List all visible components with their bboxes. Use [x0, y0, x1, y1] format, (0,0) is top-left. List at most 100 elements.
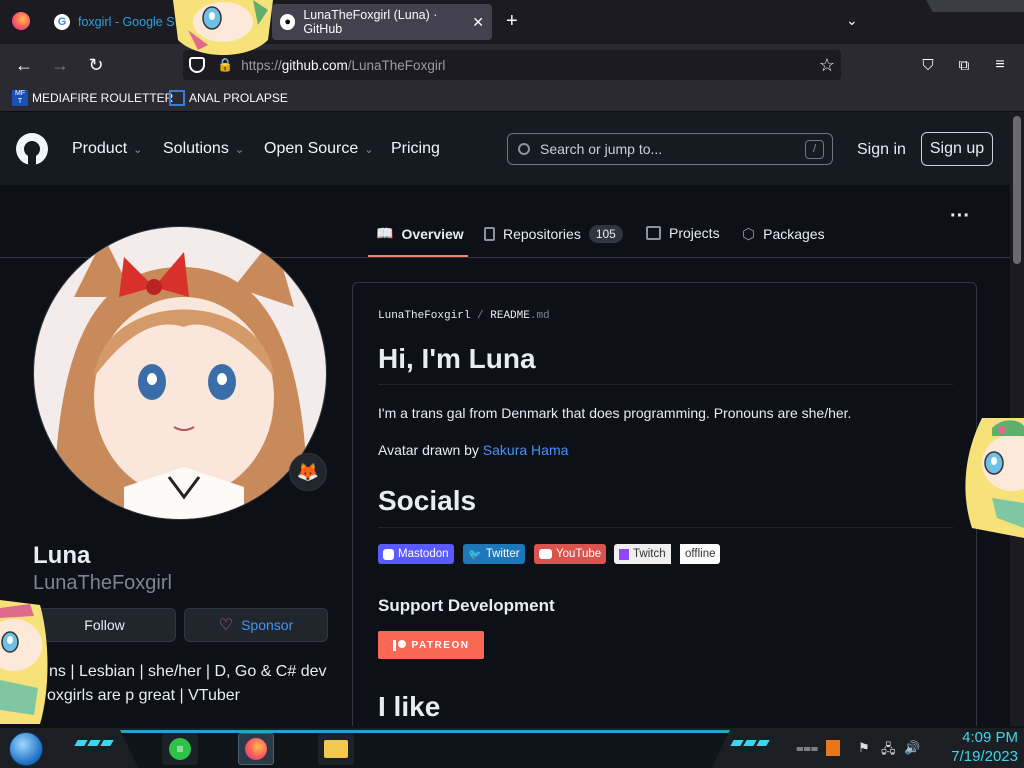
url-text: https://github.com/LunaTheFoxgirl	[241, 58, 445, 73]
bio-line: oxgirls are p great | VTuber	[47, 687, 240, 704]
tracking-protection-icon[interactable]	[189, 57, 205, 73]
reload-button[interactable]: ↻	[83, 52, 109, 78]
list-all-tabs-icon[interactable]: ⌄	[846, 12, 858, 29]
bookmark-icon	[169, 90, 185, 106]
repo-icon	[484, 227, 495, 241]
divider	[378, 527, 953, 528]
tab-repositories[interactable]: Repositories 105	[484, 225, 623, 243]
badge-label: YouTube	[556, 548, 602, 560]
profile-bio: ns | Lesbian | she/her | D, Go & C# dev …	[33, 660, 333, 708]
bio-line: ns | Lesbian | she/her | D, Go & C# dev	[49, 663, 327, 680]
bookmark-label: MEDIAFIRE ROULETTER	[32, 91, 174, 105]
chevron-down-icon: ⌄	[364, 143, 374, 156]
support-heading: Support Development	[378, 596, 555, 615]
profile-login: LunaTheFoxgirl	[33, 572, 172, 594]
nav-label: Pricing	[391, 140, 440, 157]
sign-up-button[interactable]: Sign up	[921, 132, 993, 166]
avatar[interactable]	[33, 226, 327, 520]
readme-owner-link[interactable]: LunaTheFoxgirl	[378, 310, 470, 322]
start-button[interactable]	[9, 732, 43, 766]
readme-file-name: README	[490, 310, 530, 322]
heart-icon: ♡	[218, 617, 234, 634]
github-header: Product ⌄ Solutions ⌄ Open Source ⌄ Pricing…	[0, 112, 1010, 185]
pocket-icon[interactable]: ⛉	[915, 52, 941, 78]
browser-tab-bar: G foxgirl - Google S ● LunaTheFoxgirl (L…	[0, 0, 1024, 44]
readme-intro: I'm a trans gal from Denmark that does p…	[378, 405, 852, 421]
badge-label: Mastodon	[398, 548, 449, 560]
twitch-icon	[619, 548, 629, 560]
twitch-status-badge: offline	[680, 544, 721, 564]
bookmark-label: ANAL PROLAPSE	[189, 91, 288, 105]
bookmark-second[interactable]: ANAL PROLAPSE	[169, 90, 288, 106]
nav-pricing[interactable]: Pricing	[391, 140, 440, 158]
app-menu-icon[interactable]: ≡	[987, 52, 1013, 78]
more-options-icon[interactable]: ···	[950, 205, 970, 228]
close-tab-icon[interactable]: ✕	[472, 14, 484, 31]
tab-overview[interactable]: 📖 Overview	[376, 225, 464, 242]
twitter-badge[interactable]: 🐦 Twitter	[463, 544, 525, 564]
sign-in-link[interactable]: Sign in	[857, 141, 906, 159]
taskbar: ≡ ⩶ ⚑ 🖧 🔊 4:09 PM 7/19/2023	[0, 726, 1024, 768]
nav-product[interactable]: Product ⌄	[72, 140, 142, 158]
firefox-menu-icon[interactable]	[12, 12, 30, 30]
divider	[378, 384, 953, 385]
follow-button[interactable]: Follow	[33, 608, 176, 642]
socials-heading: Socials	[378, 485, 477, 516]
tab-packages[interactable]: ⬡ Packages	[742, 225, 825, 243]
url-prefix: https://	[241, 57, 282, 73]
window-frame-decor	[926, 0, 1024, 12]
badge-label: Twitter	[485, 548, 520, 560]
badge-label: Twitch	[633, 548, 666, 560]
firefox-taskbar-icon[interactable]	[238, 733, 274, 765]
avatar-illustration	[34, 227, 326, 519]
volume-icon[interactable]: 🔊	[904, 740, 920, 756]
search-input[interactable]: Search or jump to... /	[507, 133, 833, 165]
back-button[interactable]: ←	[11, 52, 37, 78]
url-bar[interactable]: 🔒 https://github.com/LunaTheFoxgirl ☆	[183, 50, 841, 80]
mastodon-badge[interactable]: Mastodon	[378, 544, 454, 564]
scrollbar-thumb[interactable]	[1013, 116, 1021, 264]
nav-label: Product	[72, 140, 128, 157]
chevron-down-icon: ⌄	[234, 143, 245, 156]
nav-label: Solutions	[163, 140, 229, 157]
nav-solutions[interactable]: Solutions ⌄	[163, 140, 244, 158]
mascot-sticker-left	[0, 600, 48, 724]
readme-file-ext: .md	[529, 310, 550, 322]
readme-avatar-credit: Avatar drawn by Sakura Hama	[378, 442, 568, 458]
artist-link[interactable]: Sakura Hama	[483, 442, 569, 458]
google-icon: G	[54, 14, 70, 30]
notes-app-icon[interactable]: ≡	[162, 733, 198, 765]
extensions-icon[interactable]: ⧉	[951, 52, 977, 78]
patreon-button[interactable]: PATREON	[378, 631, 484, 659]
bookmark-mediafire[interactable]: MF T MEDIAFIRE ROULETTER	[12, 90, 173, 106]
sponsor-button[interactable]: ♡ Sponsor	[184, 608, 328, 642]
new-tab-button[interactable]: +	[506, 10, 518, 33]
github-logo-icon[interactable]	[16, 133, 48, 165]
tab-label: Overview	[401, 225, 464, 242]
bookmarks-toolbar: MF T MEDIAFIRE ROULETTER ANAL PROLAPSE	[0, 86, 1024, 112]
readme-card: LunaTheFoxgirl / README.md Hi, I'm Luna …	[352, 282, 977, 742]
forward-button[interactable]: →	[47, 52, 73, 78]
action-center-icon[interactable]: ⚑	[858, 740, 870, 756]
mastodon-icon	[383, 548, 394, 560]
badge-label: offline	[685, 548, 716, 560]
nav-open-source[interactable]: Open Source ⌄	[264, 140, 374, 158]
network-icon[interactable]: 🖧	[881, 740, 896, 762]
github-icon: ●	[280, 14, 296, 30]
search-placeholder: Search or jump to...	[540, 141, 663, 157]
status-emoji[interactable]: 🦊	[289, 453, 327, 491]
tab-projects[interactable]: Projects	[646, 225, 720, 241]
lock-icon[interactable]: 🔒	[217, 57, 233, 73]
bookmark-star-icon[interactable]: ☆	[819, 55, 835, 76]
system-clock[interactable]: 4:09 PM 7/19/2023	[951, 728, 1018, 766]
clock-date: 7/19/2023	[951, 748, 1018, 765]
twitter-icon: 🐦	[468, 548, 482, 561]
file-explorer-icon[interactable]	[318, 733, 354, 765]
show-hidden-icons[interactable]: ⩶	[796, 740, 818, 756]
twitch-badge[interactable]: Twitch	[614, 544, 671, 564]
java-tray-icon[interactable]	[826, 740, 840, 756]
book-icon: 📖	[376, 225, 394, 241]
tab-github-profile[interactable]: ● LunaTheFoxgirl (Luna) · GitHub ✕	[272, 4, 492, 40]
youtube-badge[interactable]: YouTube	[534, 544, 607, 564]
search-icon	[518, 143, 530, 155]
